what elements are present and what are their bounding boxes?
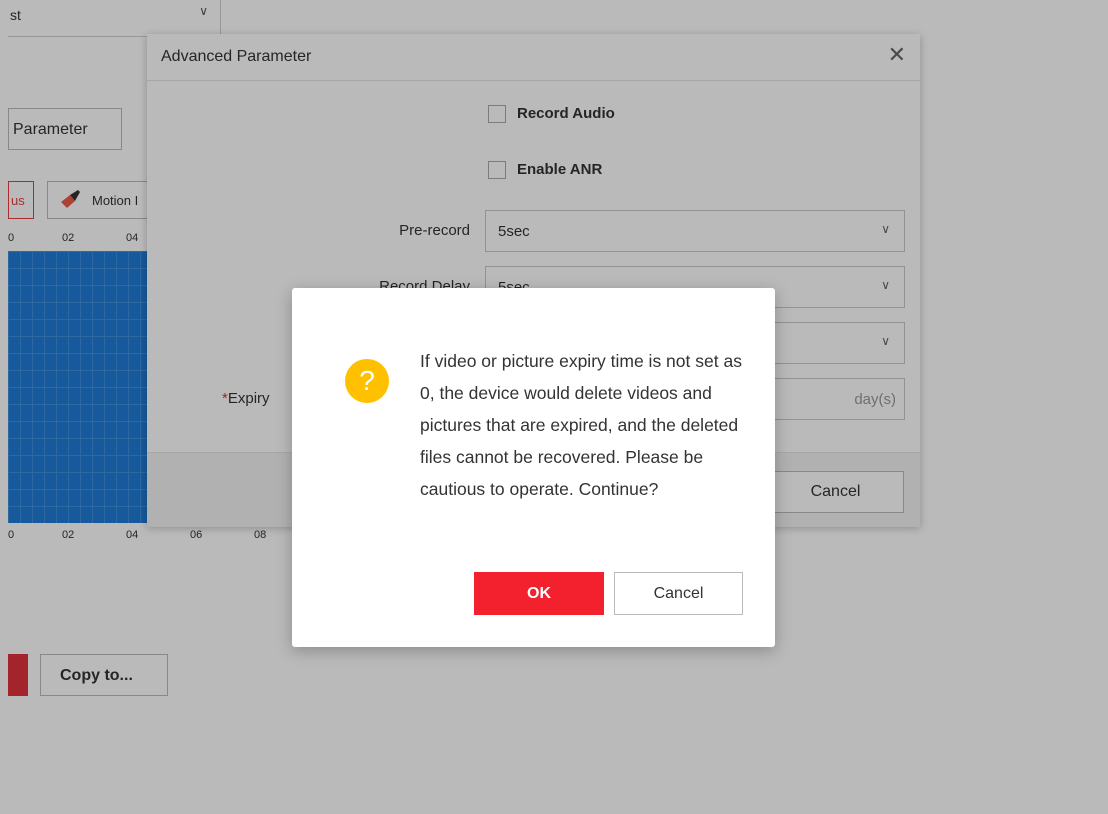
question-icon: ?	[345, 359, 389, 403]
confirm-message: If video or picture expiry time is not s…	[420, 351, 742, 499]
ok-button[interactable]: OK	[474, 572, 604, 615]
cancel-button[interactable]: Cancel	[614, 572, 743, 615]
confirm-dialog: ? If video or picture expiry time is not…	[292, 288, 775, 647]
